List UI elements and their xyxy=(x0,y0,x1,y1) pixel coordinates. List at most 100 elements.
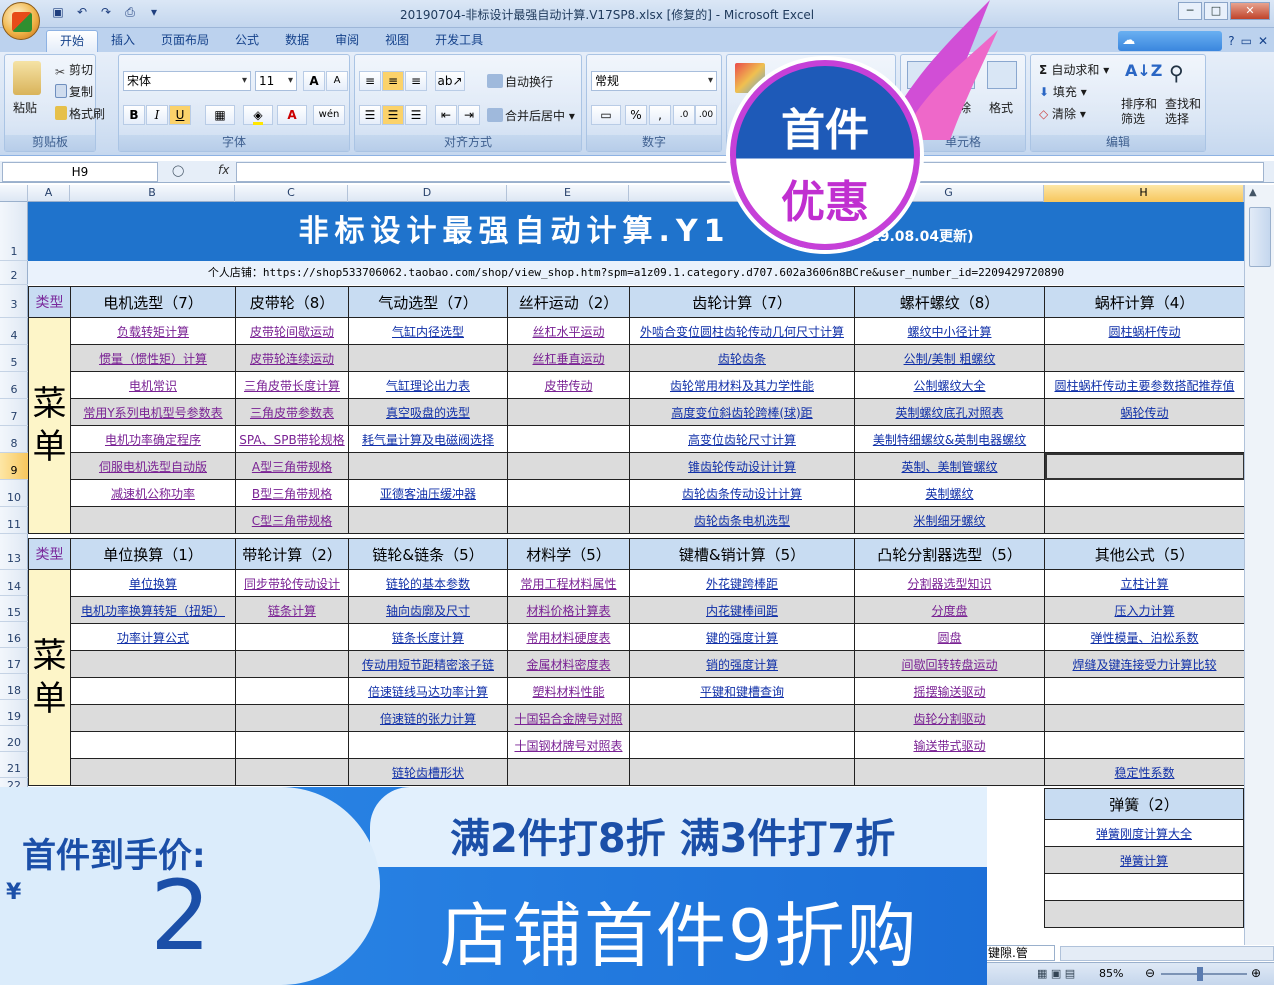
row-header[interactable]: 5 xyxy=(0,345,28,372)
row-header[interactable]: 11 xyxy=(0,507,28,534)
currency-button[interactable]: ▭ xyxy=(591,105,621,125)
empty-cell[interactable] xyxy=(235,758,349,786)
zoom-slider-thumb[interactable] xyxy=(1197,967,1203,981)
row-header[interactable]: 19 xyxy=(0,700,28,726)
fill-color-button[interactable]: ◈ xyxy=(243,105,273,125)
tab-review[interactable]: 审阅 xyxy=(322,30,372,52)
link-cell[interactable]: 材料价格计算表 xyxy=(507,596,630,624)
number-format-select[interactable]: 常规 xyxy=(591,71,717,91)
link-cell[interactable]: A型三角带规格 xyxy=(235,452,349,480)
link-cell[interactable]: 焊缝及键连接受力计算比较 xyxy=(1044,650,1245,678)
link-cell[interactable]: 单位换算 xyxy=(70,569,236,597)
column-header-d[interactable]: D xyxy=(348,185,507,202)
link-cell[interactable]: B型三角带规格 xyxy=(235,479,349,507)
empty-cell[interactable] xyxy=(70,506,236,534)
percent-button[interactable]: % xyxy=(625,105,647,125)
empty-cell[interactable] xyxy=(629,758,855,786)
tab-insert[interactable]: 插入 xyxy=(98,30,148,52)
row-header[interactable]: 9 xyxy=(0,453,28,480)
wrap-text-button[interactable]: 自动换行 xyxy=(487,73,553,90)
link-cell[interactable]: 高变位齿轮尺寸计算 xyxy=(629,425,855,453)
close-workbook-icon[interactable]: ✕ xyxy=(1258,34,1268,48)
sort-filter-icon[interactable]: A↓Z xyxy=(1125,61,1162,89)
link-cell[interactable]: 输送带式驱动 xyxy=(854,731,1045,759)
align-top-button[interactable]: ≡ xyxy=(359,71,381,91)
format-painter-button[interactable]: 格式刷 xyxy=(55,105,105,122)
link-cell[interactable]: 十国钢材牌号对照表 xyxy=(507,731,630,759)
decrease-decimal-button[interactable]: .00 xyxy=(695,105,717,125)
phonetic-button[interactable]: wén xyxy=(313,105,345,125)
column-header-h[interactable]: H xyxy=(1044,185,1244,202)
link-cell[interactable]: 稳定性系数 xyxy=(1044,758,1245,786)
link-cell[interactable]: 同步带轮传动设计 xyxy=(235,569,349,597)
empty-cell[interactable] xyxy=(70,758,236,786)
scroll-up-icon[interactable]: ▲ xyxy=(1249,187,1257,198)
row-header[interactable]: 17 xyxy=(0,648,28,674)
link-cell[interactable]: 皮带传动 xyxy=(507,371,630,399)
underline-button[interactable]: U xyxy=(169,105,191,125)
link-cell[interactable]: SPA、SPB带轮规格 xyxy=(235,425,349,453)
link-cell[interactable]: 丝杠垂直运动 xyxy=(507,344,630,372)
align-left-button[interactable]: ☰ xyxy=(359,105,381,125)
link-cell[interactable]: 圆盘 xyxy=(854,623,1045,651)
binoculars-icon[interactable]: ⚲ xyxy=(1169,61,1197,89)
empty-cell[interactable] xyxy=(629,731,855,759)
autosum-button[interactable]: Σ 自动求和 ▾ xyxy=(1039,61,1109,78)
empty-cell[interactable] xyxy=(1044,425,1245,453)
italic-button[interactable]: I xyxy=(146,105,168,125)
link-cell[interactable]: 高度变位斜齿轮跨棒(球)距 xyxy=(629,398,855,426)
merge-center-button[interactable]: 合并后居中 ▾ xyxy=(487,107,575,124)
comma-button[interactable]: , xyxy=(649,105,671,125)
tab-page-layout[interactable]: 页面布局 xyxy=(148,30,222,52)
row-header[interactable]: 3 xyxy=(0,285,28,318)
fill-button[interactable]: ⬇ 填充 ▾ xyxy=(1039,83,1087,100)
link-cell[interactable]: 耗气量计算及电磁阀选择 xyxy=(348,425,508,453)
link-cell[interactable]: 气缸内径选型 xyxy=(348,317,508,345)
office-button[interactable] xyxy=(2,2,40,40)
name-box[interactable]: H9 xyxy=(2,162,158,182)
borders-button[interactable]: ▦ xyxy=(205,105,235,125)
link-cell[interactable]: 三角皮带长度计算 xyxy=(235,371,349,399)
empty-cell[interactable] xyxy=(1044,479,1245,507)
link-cell[interactable]: 圆柱蜗杆传动主要参数搭配推荐值 xyxy=(1044,371,1245,399)
row-header[interactable]: 4 xyxy=(0,318,28,345)
link-cell[interactable]: 米制细牙螺纹 xyxy=(854,506,1045,534)
font-size-select[interactable]: 11 xyxy=(255,71,297,91)
link-cell[interactable]: 英制、美制管螺纹 xyxy=(854,452,1045,480)
row-header[interactable]: 21 xyxy=(0,752,28,778)
link-cell[interactable]: 公制螺纹大全 xyxy=(854,371,1045,399)
link-cell[interactable]: 内花键棒间距 xyxy=(629,596,855,624)
link-cell[interactable]: 常用工程材料属性 xyxy=(507,569,630,597)
increase-indent-button[interactable]: ⇥ xyxy=(458,105,480,125)
link-cell[interactable]: 蜗轮传动 xyxy=(1044,398,1245,426)
link-cell[interactable]: 塑料材料性能 xyxy=(507,677,630,705)
decrease-indent-button[interactable]: ⇤ xyxy=(435,105,457,125)
tab-view[interactable]: 视图 xyxy=(372,30,422,52)
empty-cell[interactable] xyxy=(235,623,349,651)
formula-options-icon[interactable]: ◯ xyxy=(172,164,184,177)
increase-decimal-button[interactable]: .0 xyxy=(673,105,695,125)
link-cell[interactable]: 负载转矩计算 xyxy=(70,317,236,345)
minimize-button[interactable]: ─ xyxy=(1178,2,1202,20)
link-cell[interactable]: 美制特细螺纹&英制电器螺纹 xyxy=(854,425,1045,453)
empty-cell[interactable] xyxy=(348,344,508,372)
link-cell[interactable]: 三角皮带参数表 xyxy=(235,398,349,426)
empty-cell[interactable] xyxy=(507,452,630,480)
link-cell[interactable]: 外啮合变位圆柱齿轮传动几何尺寸计算 xyxy=(629,317,855,345)
column-header-e[interactable]: E xyxy=(507,185,629,202)
undo-icon[interactable]: ↶ xyxy=(74,4,90,20)
empty-cell[interactable] xyxy=(507,758,630,786)
shop-url[interactable]: 个人店铺：https://shop533706062.taobao.com/sh… xyxy=(28,261,1244,285)
close-button[interactable]: ✕ xyxy=(1230,2,1270,20)
link-cell[interactable]: 弹簧刚度计算大全 xyxy=(1044,819,1244,847)
grow-font-button[interactable]: A xyxy=(303,71,325,91)
link-cell[interactable]: 惯量（惯性矩）计算 xyxy=(70,344,236,372)
sort-filter-button[interactable]: 排序和 筛选 xyxy=(1121,97,1157,127)
link-cell[interactable]: 十国铝合金牌号对照 xyxy=(507,704,630,732)
align-middle-button[interactable]: ≡ xyxy=(382,71,404,91)
bold-button[interactable]: B xyxy=(123,105,145,125)
cloud-search-box[interactable]: ☁ xyxy=(1118,31,1223,51)
zoom-slider[interactable] xyxy=(1161,973,1247,975)
row-header[interactable]: 6 xyxy=(0,372,28,399)
link-cell[interactable]: 轴向齿廓及尺寸 xyxy=(348,596,508,624)
